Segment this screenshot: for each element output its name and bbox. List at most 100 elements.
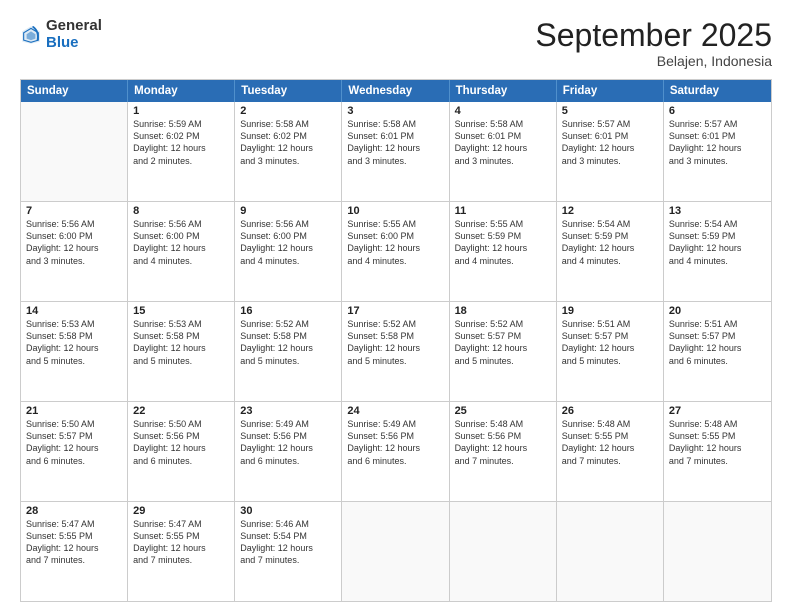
day-cell-25: 25Sunrise: 5:48 AMSunset: 5:56 PMDayligh…	[450, 402, 557, 501]
day-number: 16	[240, 305, 336, 317]
cell-info-line: Sunset: 6:01 PM	[455, 130, 551, 142]
cell-info-line: Daylight: 12 hours	[455, 142, 551, 154]
day-header-monday: Monday	[128, 80, 235, 102]
day-number: 6	[669, 105, 766, 117]
cell-info-line: Sunset: 5:57 PM	[455, 330, 551, 342]
day-cell-30: 30Sunrise: 5:46 AMSunset: 5:54 PMDayligh…	[235, 502, 342, 601]
day-number: 26	[562, 405, 658, 417]
cell-info-line: and 5 minutes.	[455, 355, 551, 367]
cell-info-line: Daylight: 12 hours	[133, 242, 229, 254]
cell-info-line: and 7 minutes.	[26, 554, 122, 566]
cell-info-line: Sunset: 6:00 PM	[133, 230, 229, 242]
day-number: 1	[133, 105, 229, 117]
day-cell-23: 23Sunrise: 5:49 AMSunset: 5:56 PMDayligh…	[235, 402, 342, 501]
cell-info-line: and 3 minutes.	[26, 255, 122, 267]
cell-info-line: Daylight: 12 hours	[562, 142, 658, 154]
calendar-body: 1Sunrise: 5:59 AMSunset: 6:02 PMDaylight…	[21, 102, 771, 601]
day-cell-24: 24Sunrise: 5:49 AMSunset: 5:56 PMDayligh…	[342, 402, 449, 501]
cell-info-line: Sunset: 5:54 PM	[240, 530, 336, 542]
cell-info-line: Sunset: 6:01 PM	[669, 130, 766, 142]
cell-info-line: and 4 minutes.	[562, 255, 658, 267]
calendar-header: SundayMondayTuesdayWednesdayThursdayFrid…	[21, 80, 771, 102]
cell-info-line: Sunset: 5:59 PM	[562, 230, 658, 242]
day-cell-4: 4Sunrise: 5:58 AMSunset: 6:01 PMDaylight…	[450, 102, 557, 201]
cell-info-line: Daylight: 12 hours	[347, 142, 443, 154]
calendar-location: Belajen, Indonesia	[535, 53, 772, 69]
calendar-week-3: 14Sunrise: 5:53 AMSunset: 5:58 PMDayligh…	[21, 302, 771, 402]
cell-info-line: Sunrise: 5:49 AM	[240, 418, 336, 430]
calendar-week-1: 1Sunrise: 5:59 AMSunset: 6:02 PMDaylight…	[21, 102, 771, 202]
day-number: 3	[347, 105, 443, 117]
cell-info-line: Sunrise: 5:54 AM	[669, 218, 766, 230]
day-number: 29	[133, 505, 229, 517]
day-cell-28: 28Sunrise: 5:47 AMSunset: 5:55 PMDayligh…	[21, 502, 128, 601]
cell-info-line: Sunset: 5:55 PM	[133, 530, 229, 542]
cell-info-line: and 5 minutes.	[133, 355, 229, 367]
cell-info-line: and 3 minutes.	[669, 155, 766, 167]
cell-info-line: Sunrise: 5:51 AM	[669, 318, 766, 330]
cell-info-line: Daylight: 12 hours	[26, 542, 122, 554]
cell-info-line: Daylight: 12 hours	[26, 242, 122, 254]
cell-info-line: Sunrise: 5:47 AM	[133, 518, 229, 530]
day-number: 11	[455, 205, 551, 217]
day-cell-26: 26Sunrise: 5:48 AMSunset: 5:55 PMDayligh…	[557, 402, 664, 501]
empty-cell	[21, 102, 128, 201]
cell-info-line: and 7 minutes.	[240, 554, 336, 566]
logo-text: General Blue	[46, 18, 102, 51]
day-header-tuesday: Tuesday	[235, 80, 342, 102]
day-cell-7: 7Sunrise: 5:56 AMSunset: 6:00 PMDaylight…	[21, 202, 128, 301]
cell-info-line: Sunrise: 5:57 AM	[669, 118, 766, 130]
cell-info-line: Sunset: 6:00 PM	[26, 230, 122, 242]
day-header-thursday: Thursday	[450, 80, 557, 102]
cell-info-line: Daylight: 12 hours	[240, 542, 336, 554]
cell-info-line: and 3 minutes.	[347, 155, 443, 167]
cell-info-line: and 4 minutes.	[240, 255, 336, 267]
cell-info-line: and 6 minutes.	[26, 455, 122, 467]
day-cell-29: 29Sunrise: 5:47 AMSunset: 5:55 PMDayligh…	[128, 502, 235, 601]
day-cell-19: 19Sunrise: 5:51 AMSunset: 5:57 PMDayligh…	[557, 302, 664, 401]
cell-info-line: Daylight: 12 hours	[669, 442, 766, 454]
day-number: 2	[240, 105, 336, 117]
cell-info-line: Sunset: 5:58 PM	[133, 330, 229, 342]
cell-info-line: Daylight: 12 hours	[455, 242, 551, 254]
empty-cell	[342, 502, 449, 601]
cell-info-line: Sunrise: 5:53 AM	[26, 318, 122, 330]
day-header-wednesday: Wednesday	[342, 80, 449, 102]
cell-info-line: and 5 minutes.	[240, 355, 336, 367]
day-number: 23	[240, 405, 336, 417]
cell-info-line: Sunset: 5:57 PM	[669, 330, 766, 342]
day-number: 12	[562, 205, 658, 217]
cell-info-line: Sunrise: 5:46 AM	[240, 518, 336, 530]
logo-blue-text: Blue	[46, 35, 102, 52]
day-cell-6: 6Sunrise: 5:57 AMSunset: 6:01 PMDaylight…	[664, 102, 771, 201]
cell-info-line: Daylight: 12 hours	[562, 442, 658, 454]
day-number: 14	[26, 305, 122, 317]
day-number: 27	[669, 405, 766, 417]
cell-info-line: Sunrise: 5:59 AM	[133, 118, 229, 130]
day-cell-10: 10Sunrise: 5:55 AMSunset: 6:00 PMDayligh…	[342, 202, 449, 301]
cell-info-line: Sunrise: 5:53 AM	[133, 318, 229, 330]
day-header-friday: Friday	[557, 80, 664, 102]
cell-info-line: Sunrise: 5:51 AM	[562, 318, 658, 330]
day-number: 17	[347, 305, 443, 317]
day-cell-16: 16Sunrise: 5:52 AMSunset: 5:58 PMDayligh…	[235, 302, 342, 401]
cell-info-line: Sunrise: 5:49 AM	[347, 418, 443, 430]
day-cell-3: 3Sunrise: 5:58 AMSunset: 6:01 PMDaylight…	[342, 102, 449, 201]
cell-info-line: Daylight: 12 hours	[562, 342, 658, 354]
cell-info-line: and 4 minutes.	[347, 255, 443, 267]
page: General Blue September 2025 Belajen, Ind…	[0, 0, 792, 612]
cell-info-line: Daylight: 12 hours	[347, 442, 443, 454]
cell-info-line: and 6 minutes.	[347, 455, 443, 467]
cell-info-line: Daylight: 12 hours	[133, 442, 229, 454]
day-number: 18	[455, 305, 551, 317]
cell-info-line: Daylight: 12 hours	[26, 442, 122, 454]
cell-info-line: Sunrise: 5:54 AM	[562, 218, 658, 230]
day-header-sunday: Sunday	[21, 80, 128, 102]
cell-info-line: Sunset: 5:56 PM	[133, 430, 229, 442]
cell-info-line: and 4 minutes.	[669, 255, 766, 267]
cell-info-line: Sunrise: 5:56 AM	[133, 218, 229, 230]
day-cell-8: 8Sunrise: 5:56 AMSunset: 6:00 PMDaylight…	[128, 202, 235, 301]
empty-cell	[664, 502, 771, 601]
cell-info-line: Sunset: 5:56 PM	[455, 430, 551, 442]
cell-info-line: Daylight: 12 hours	[26, 342, 122, 354]
